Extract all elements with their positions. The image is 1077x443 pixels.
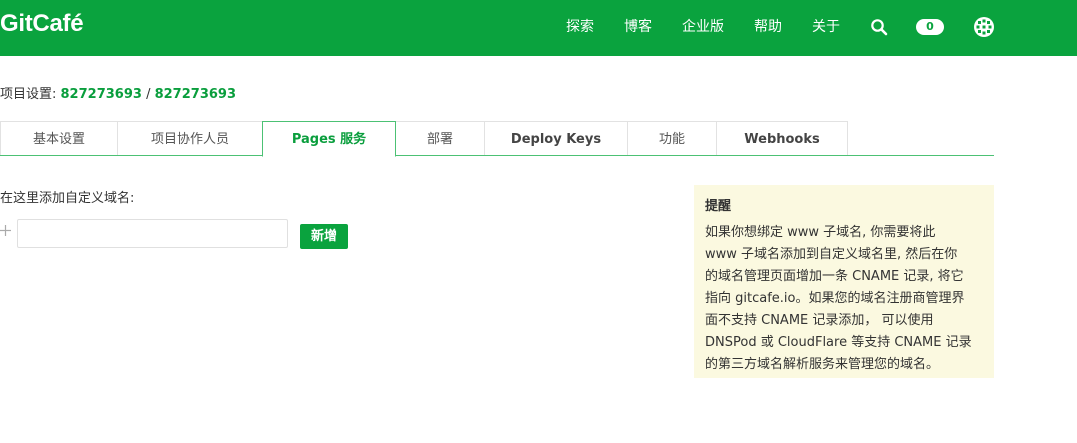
- reminder-line: 如果你想绑定 www 子域名, 你需要将此: [705, 225, 936, 240]
- user-avatar-icon[interactable]: [973, 16, 995, 38]
- breadcrumb-owner-link[interactable]: 827273693: [61, 87, 142, 102]
- nav-blog[interactable]: 博客: [624, 16, 652, 36]
- breadcrumb-repo-link[interactable]: 827273693: [155, 87, 236, 102]
- reminder-body: 如果你想绑定 www 子域名, 你需要将此 www 子域名添加到自定义域名里, …: [705, 222, 983, 376]
- search-icon[interactable]: [870, 18, 888, 36]
- custom-domain-label: 在这里添加自定义域名:: [0, 191, 135, 206]
- reminder-line: 指向 gitcafe.io。如果您的域名注册商管理界: [705, 291, 965, 306]
- reminder-line: DNSPod 或 CloudFlare 等支持 CNAME 记录: [705, 335, 972, 350]
- gitcafe-logo[interactable]: GitCafé: [0, 10, 84, 38]
- tab-deploy-keys[interactable]: Deploy Keys: [484, 121, 628, 156]
- nav-enterprise[interactable]: 企业版: [682, 16, 724, 36]
- breadcrumb-separator: /: [141, 87, 155, 102]
- nav-explore[interactable]: 探索: [566, 16, 594, 36]
- tab-webhooks[interactable]: Webhooks: [716, 121, 848, 156]
- reminder-line: 面不支持 CNAME 记录添加， 可以使用: [705, 313, 934, 328]
- notification-count-badge[interactable]: 0: [916, 19, 944, 35]
- tab-features[interactable]: 功能: [627, 121, 717, 156]
- tabs-divider: [0, 155, 994, 156]
- reminder-line: www 子域名添加到自定义域名里, 然后在你: [705, 247, 958, 262]
- custom-domain-input[interactable]: [17, 219, 288, 248]
- breadcrumb-prefix: 项目设置:: [0, 87, 61, 102]
- tab-collaborators[interactable]: 项目协作人员: [117, 121, 263, 156]
- breadcrumb: 项目设置: 827273693 / 827273693: [0, 83, 236, 102]
- top-navigation-bar: GitCafé 探索 博客 企业版 帮助 关于 0: [0, 0, 1077, 56]
- reminder-line: 的第三方域名解析服务来管理您的域名。: [705, 357, 940, 372]
- reminder-panel: 提醒 如果你想绑定 www 子域名, 你需要将此 www 子域名添加到自定义域名…: [694, 185, 994, 378]
- reminder-title: 提醒: [705, 199, 732, 214]
- settings-tabs: 基本设置 项目协作人员 Pages 服务 部署 Deploy Keys 功能 W…: [0, 121, 994, 157]
- tab-pages-service[interactable]: Pages 服务: [262, 121, 396, 157]
- plus-icon: [0, 225, 11, 236]
- nav-help[interactable]: 帮助: [754, 16, 782, 36]
- tab-basic-settings[interactable]: 基本设置: [0, 121, 118, 156]
- nav-about[interactable]: 关于: [812, 16, 840, 36]
- add-domain-button[interactable]: 新增: [300, 224, 348, 249]
- tab-deploy[interactable]: 部署: [395, 121, 485, 156]
- reminder-line: 的域名管理页面增加一条 CNAME 记录, 将它: [705, 269, 964, 284]
